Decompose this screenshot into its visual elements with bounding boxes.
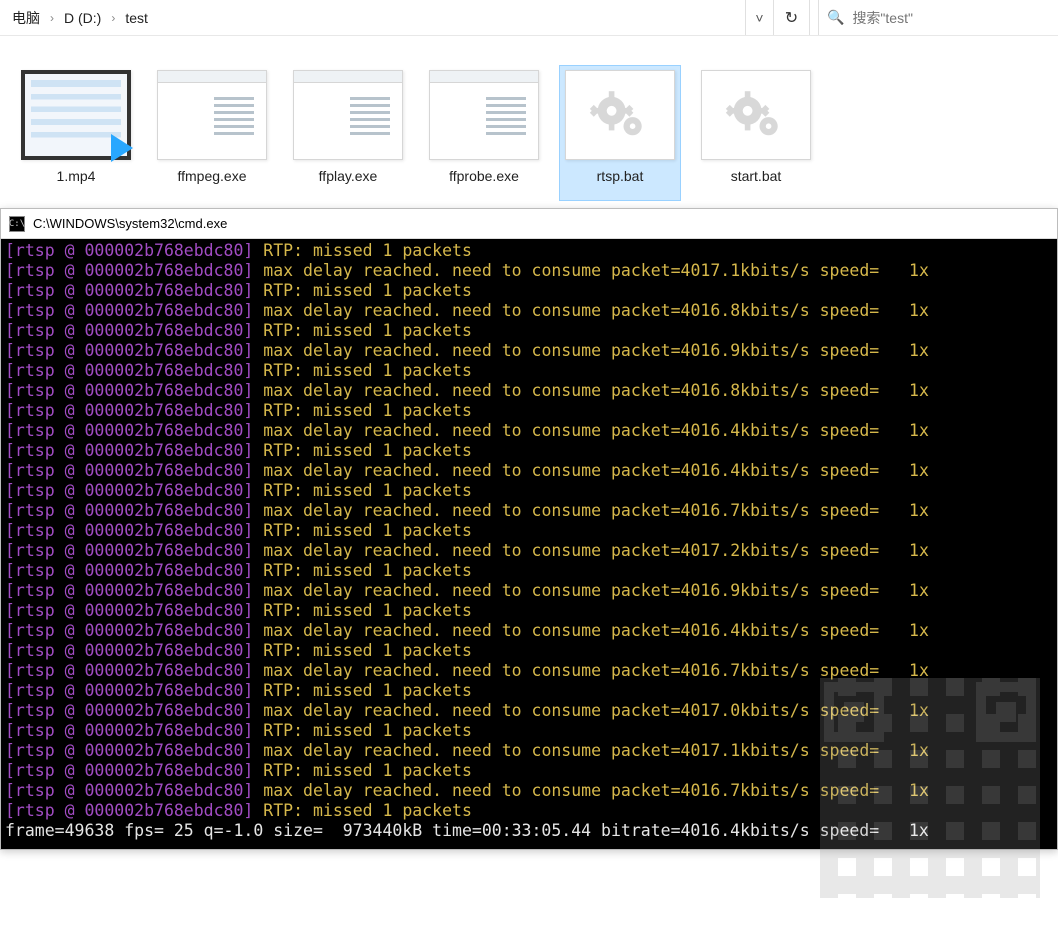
play-icon xyxy=(111,134,133,162)
video-thumbnail xyxy=(21,70,131,160)
console-window: C:\ C:\WINDOWS\system32\cmd.exe [rtsp @ … xyxy=(0,208,1058,850)
file-label: ffplay.exe xyxy=(319,168,378,184)
console-status-line: frame=49638 fps= 25 q=-1.0 size= 973440k… xyxy=(5,821,929,840)
search-input[interactable] xyxy=(852,10,1050,26)
app-thumbnail xyxy=(429,70,539,160)
console-titlebar[interactable]: C:\ C:\WINDOWS\system32\cmd.exe xyxy=(1,209,1057,239)
search-icon: 🔍 xyxy=(827,9,844,26)
address-bar: 电脑 › D (D:) › test ˅ ↻ 🔍 xyxy=(0,0,1058,36)
file-item-ffmpeg[interactable]: ffmpeg.exe xyxy=(152,66,272,200)
address-dropdown-button[interactable]: ˅ xyxy=(746,0,774,35)
breadcrumb-computer[interactable]: 电脑 xyxy=(8,6,44,30)
file-label: rtsp.bat xyxy=(597,168,644,184)
chevron-right-icon: › xyxy=(48,11,56,25)
gear-icon xyxy=(585,85,655,145)
app-thumbnail xyxy=(157,70,267,160)
file-item-ffprobe[interactable]: ffprobe.exe xyxy=(424,66,544,200)
file-label: start.bat xyxy=(731,168,782,184)
refresh-icon: ↻ xyxy=(785,8,798,28)
bat-thumbnail xyxy=(701,70,811,160)
cmd-icon: C:\ xyxy=(9,216,25,232)
file-grid: 1.mp4 ffmpeg.exe ffplay.exe ffprobe.exe xyxy=(0,36,1058,208)
gear-icon xyxy=(721,85,791,145)
chevron-right-icon: › xyxy=(109,11,117,25)
file-item-start-bat[interactable]: start.bat xyxy=(696,66,816,200)
bat-thumbnail xyxy=(565,70,675,160)
search-box[interactable]: 🔍 xyxy=(818,0,1058,35)
console-output[interactable]: [rtsp @ 000002b768ebdc80] RTP: missed 1 … xyxy=(1,239,1057,849)
breadcrumb[interactable]: 电脑 › D (D:) › test xyxy=(0,0,746,35)
breadcrumb-drive[interactable]: D (D:) xyxy=(60,8,105,28)
file-item-video[interactable]: 1.mp4 xyxy=(16,66,136,200)
console-title: C:\WINDOWS\system32\cmd.exe xyxy=(33,216,227,231)
file-item-ffplay[interactable]: ffplay.exe xyxy=(288,66,408,200)
chevron-down-icon: ˅ xyxy=(755,10,763,26)
file-item-rtsp-bat[interactable]: rtsp.bat xyxy=(560,66,680,200)
app-thumbnail xyxy=(293,70,403,160)
file-label: ffmpeg.exe xyxy=(177,168,246,184)
refresh-button[interactable]: ↻ xyxy=(774,0,810,35)
file-label: ffprobe.exe xyxy=(449,168,519,184)
file-label: 1.mp4 xyxy=(57,168,96,184)
breadcrumb-folder[interactable]: test xyxy=(121,8,152,28)
